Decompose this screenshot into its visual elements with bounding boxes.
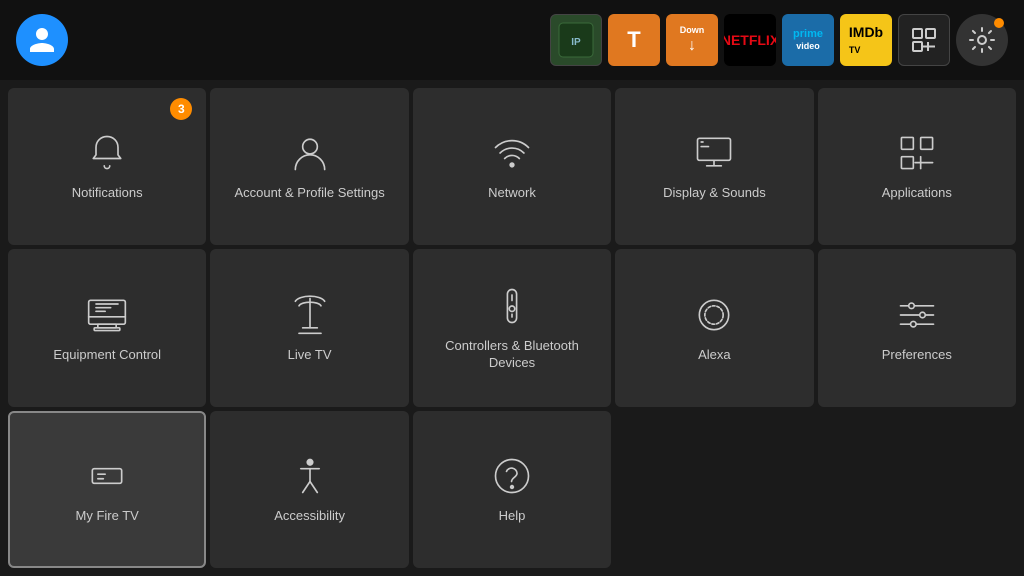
grid-label-display-sounds: Display & Sounds <box>663 185 766 202</box>
grid-item-account-profile[interactable]: Account & Profile Settings <box>210 88 408 245</box>
grid-item-accessibility[interactable]: Accessibility <box>210 411 408 568</box>
app-imdb[interactable]: IMDbTV <box>840 14 892 66</box>
grid-item-equipment-control[interactable]: Equipment Control <box>8 249 206 406</box>
badge-notifications: 3 <box>170 98 192 120</box>
grid-item-applications[interactable]: Applications <box>818 88 1016 245</box>
svg-text:IP: IP <box>571 37 581 48</box>
settings-dot <box>994 18 1004 28</box>
alexa-icon <box>692 293 736 337</box>
firetv-icon <box>85 454 129 498</box>
bell-icon <box>85 131 129 175</box>
settings-grid: 3 Notifications Account & Profile Settin… <box>0 80 1024 576</box>
grid-item-alexa[interactable]: Alexa <box>615 249 813 406</box>
app-icons: IP T Down ↓ NETFLIX primevideo IMDbTV <box>550 14 1008 66</box>
grid-item-help[interactable]: Help <box>413 411 611 568</box>
grid-item-preferences[interactable]: Preferences <box>818 249 1016 406</box>
grid-label-live-tv: Live TV <box>288 347 332 364</box>
apps-icon <box>895 131 939 175</box>
help-icon <box>490 454 534 498</box>
avatar[interactable] <box>16 14 68 66</box>
sliders-icon <box>895 293 939 337</box>
grid-label-applications: Applications <box>882 185 952 202</box>
app-ip[interactable]: IP <box>550 14 602 66</box>
grid-label-controllers-bluetooth: Controllers & Bluetooth Devices <box>425 338 599 372</box>
empty-cell <box>615 411 813 568</box>
wifi-icon <box>490 131 534 175</box>
accessibility-icon <box>288 454 332 498</box>
empty-cell <box>818 411 1016 568</box>
grid-label-my-fire-tv: My Fire TV <box>76 508 139 525</box>
antenna-icon <box>288 293 332 337</box>
topbar: IP T Down ↓ NETFLIX primevideo IMDbTV <box>0 0 1024 80</box>
app-prime[interactable]: primevideo <box>782 14 834 66</box>
grid-label-preferences: Preferences <box>882 347 952 364</box>
app-grid[interactable] <box>898 14 950 66</box>
remote-icon <box>490 284 534 328</box>
grid-item-notifications[interactable]: 3 Notifications <box>8 88 206 245</box>
grid-item-network[interactable]: Network <box>413 88 611 245</box>
grid-item-display-sounds[interactable]: Display & Sounds <box>615 88 813 245</box>
grid-label-accessibility: Accessibility <box>274 508 345 525</box>
grid-item-controllers-bluetooth[interactable]: Controllers & Bluetooth Devices <box>413 249 611 406</box>
grid-item-live-tv[interactable]: Live TV <box>210 249 408 406</box>
display-icon <box>692 131 736 175</box>
user-icon <box>288 131 332 175</box>
app-netflix[interactable]: NETFLIX <box>724 14 776 66</box>
nav-links <box>88 35 136 45</box>
grid-item-my-fire-tv[interactable]: My Fire TV <box>8 411 206 568</box>
app-downloader[interactable]: Down ↓ <box>666 14 718 66</box>
settings-button[interactable] <box>956 14 1008 66</box>
monitor-icon <box>85 293 129 337</box>
app-t[interactable]: T <box>608 14 660 66</box>
grid-label-equipment-control: Equipment Control <box>53 347 161 364</box>
grid-label-alexa: Alexa <box>698 347 731 364</box>
grid-label-notifications: Notifications <box>72 185 143 202</box>
grid-label-help: Help <box>499 508 526 525</box>
grid-label-network: Network <box>488 185 536 202</box>
grid-label-account-profile: Account & Profile Settings <box>234 185 384 202</box>
